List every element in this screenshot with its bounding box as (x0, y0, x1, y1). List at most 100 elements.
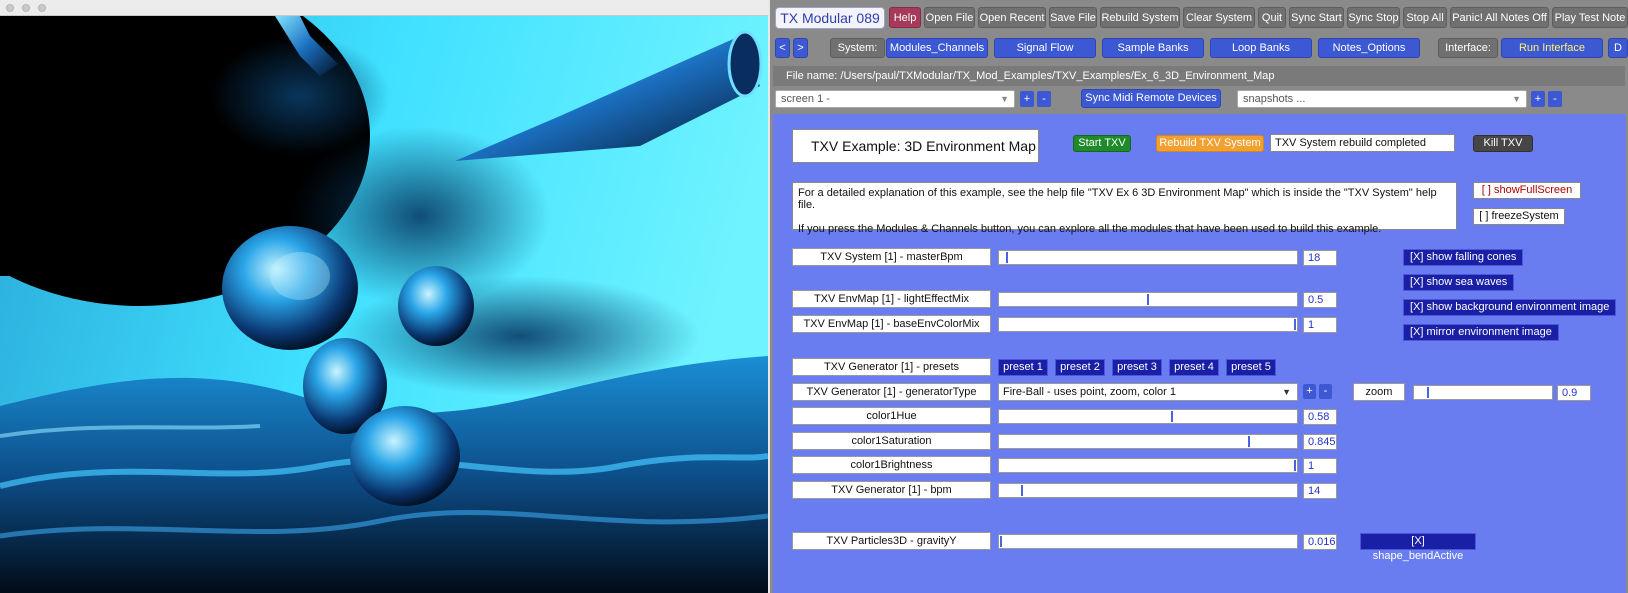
stop-all-button[interactable]: Stop All (1403, 7, 1447, 28)
color1saturation-value[interactable]: 0.845 (1303, 434, 1337, 450)
minimize-window-icon[interactable] (22, 4, 30, 12)
snapshots-select-value: snapshots ... (1243, 93, 1306, 105)
generator-bpm-slider[interactable] (998, 483, 1298, 498)
color1hue-value[interactable]: 0.58 (1303, 409, 1337, 425)
masterbpm-slider[interactable] (998, 250, 1298, 265)
loop-banks-button[interactable]: Loop Banks (1210, 38, 1312, 58)
example-description: For a detailed explanation of this examp… (792, 182, 1457, 235)
interface-label: Interface: (1438, 38, 1498, 58)
quit-button[interactable]: Quit (1258, 7, 1286, 28)
zoom-label: zoom (1353, 383, 1405, 401)
back-button[interactable]: < (775, 38, 790, 58)
add-screen-button[interactable]: + (1020, 91, 1034, 107)
param-label-gravityy: TXV Particles3D - gravityY (792, 532, 991, 550)
lighteffectmix-value[interactable]: 0.5 (1303, 292, 1337, 308)
signal-flow-button[interactable]: Signal Flow (994, 38, 1096, 58)
example-title: TXV Example: 3D Environment Map (792, 129, 1039, 163)
show-fullscreen-checkbox: [ ] (1481, 184, 1491, 196)
notes-options-button[interactable]: Notes_Options (1318, 38, 1420, 58)
preset-5-button[interactable]: preset 5 (1226, 359, 1276, 376)
color1brightness-slider[interactable] (998, 458, 1298, 473)
color1hue-slider[interactable] (998, 409, 1298, 424)
zoom-window-icon[interactable] (38, 4, 46, 12)
tx-modular-panel: TX Modular 089 Help Open File Open Recen… (770, 0, 1628, 593)
kill-txv-button[interactable]: Kill TXV (1473, 135, 1533, 152)
3d-environment-render (0, 16, 768, 593)
slider-knob[interactable] (1170, 411, 1173, 422)
snapshots-select[interactable]: snapshots ... ▼ (1237, 90, 1527, 108)
open-recent-button[interactable]: Open Recent (978, 7, 1046, 28)
preset-4-button[interactable]: preset 4 (1169, 359, 1219, 376)
example-content-area: TXV Example: 3D Environment Map Start TX… (773, 114, 1626, 593)
slider-knob[interactable] (1000, 536, 1002, 547)
modules-channels-button[interactable]: Modules_Channels (886, 38, 988, 58)
generator-type-value: Fire-Ball - uses point, zoom, color 1 (1003, 386, 1177, 398)
preset-2-button[interactable]: preset 2 (1055, 359, 1105, 376)
freeze-system-button[interactable]: [ ] freezeSystem (1473, 208, 1565, 225)
show-falling-cones-toggle[interactable]: [X] show falling cones (1403, 249, 1524, 266)
sync-midi-remote-devices-button[interactable]: Sync Midi Remote Devices (1081, 89, 1221, 108)
color1saturation-slider[interactable] (998, 434, 1298, 449)
slider-knob[interactable] (1294, 460, 1296, 471)
slider-knob[interactable] (1294, 319, 1296, 330)
open-file-button[interactable]: Open File (924, 7, 975, 28)
show-background-environment-image-toggle[interactable]: [X] show background environment image (1403, 299, 1617, 316)
remove-snapshot-button[interactable]: - (1548, 91, 1562, 107)
chevron-down-icon: ▼ (1282, 387, 1291, 397)
forward-button[interactable]: > (793, 38, 808, 58)
slider-knob[interactable] (1248, 436, 1251, 447)
screen-select[interactable]: screen 1 - ▼ (775, 90, 1015, 108)
show-sea-waves-toggle[interactable]: [X] show sea waves (1403, 274, 1515, 291)
lighteffectmix-slider[interactable] (998, 292, 1298, 307)
preset-3-button[interactable]: preset 3 (1112, 359, 1162, 376)
rebuild-txv-system-button[interactable]: Rebuild TXV System (1156, 135, 1264, 152)
param-label-generatortype: TXV Generator [1] - generatorType (792, 383, 991, 401)
param-label-presets: TXV Generator [1] - presets (792, 358, 991, 376)
show-fullscreen-label: showFullScreen (1493, 184, 1573, 196)
remove-screen-button[interactable]: - (1037, 91, 1051, 107)
generator-type-minus-button[interactable]: - (1319, 384, 1332, 399)
close-window-icon[interactable] (6, 4, 14, 12)
clear-system-button[interactable]: Clear System (1183, 7, 1255, 28)
generator-bpm-value[interactable]: 14 (1303, 483, 1337, 499)
run-interface-button[interactable]: Run Interface (1501, 38, 1603, 58)
play-test-note-button[interactable]: Play Test Note (1552, 7, 1628, 28)
color1brightness-value[interactable]: 1 (1303, 458, 1337, 474)
render-titlebar (0, 0, 768, 16)
sync-stop-button[interactable]: Sync Stop (1347, 7, 1400, 28)
show-fullscreen-button[interactable]: [ ] showFullScreen (1473, 182, 1581, 199)
add-snapshot-button[interactable]: + (1531, 91, 1545, 107)
help-button[interactable]: Help (889, 7, 921, 28)
save-file-button[interactable]: Save File (1049, 7, 1097, 28)
param-label-color1saturation: color1Saturation (792, 432, 991, 450)
sample-banks-button[interactable]: Sample Banks (1102, 38, 1204, 58)
slider-knob[interactable] (1005, 252, 1008, 263)
slider-knob[interactable] (1020, 485, 1023, 496)
zoom-slider[interactable] (1413, 385, 1553, 400)
shape-bend-active-toggle[interactable]: [X] shape_bendActive (1360, 533, 1476, 562)
generator-type-plus-button[interactable]: + (1303, 384, 1316, 399)
panic-all-notes-off-button[interactable]: Panic! All Notes Off (1450, 7, 1549, 28)
file-name-bar: File name: /Users/paul/TXModular/TX_Mod_… (773, 66, 1625, 86)
rebuild-system-button[interactable]: Rebuild System (1100, 7, 1180, 28)
screen-select-value: screen 1 - (781, 93, 830, 105)
param-label-color1brightness: color1Brightness (792, 456, 991, 474)
generator-type-select[interactable]: Fire-Ball - uses point, zoom, color 1 ▼ (998, 383, 1298, 401)
param-label-baseenvcolormix: TXV EnvMap [1] - baseEnvColorMix (792, 315, 991, 333)
slider-knob[interactable] (1147, 294, 1149, 305)
description-line-1: For a detailed explanation of this examp… (798, 187, 1437, 211)
gravityy-value[interactable]: 0.016 (1303, 534, 1337, 550)
design-interface-button[interactable]: D (1608, 38, 1628, 58)
chevron-down-icon: ▼ (1512, 94, 1521, 104)
baseenvcolormix-slider[interactable] (998, 317, 1298, 332)
zoom-value[interactable]: 0.9 (1557, 385, 1591, 401)
masterbpm-value[interactable]: 18 (1303, 250, 1337, 266)
description-line-2: If you press the Modules & Channels butt… (798, 223, 1382, 235)
mirror-environment-image-toggle[interactable]: [X] mirror environment image (1403, 324, 1559, 341)
baseenvcolormix-value[interactable]: 1 (1303, 317, 1337, 333)
start-txv-button[interactable]: Start TXV (1073, 135, 1131, 152)
sync-start-button[interactable]: Sync Start (1289, 7, 1344, 28)
preset-1-button[interactable]: preset 1 (998, 359, 1048, 376)
gravityy-slider[interactable] (998, 534, 1298, 549)
slider-knob[interactable] (1427, 387, 1430, 398)
